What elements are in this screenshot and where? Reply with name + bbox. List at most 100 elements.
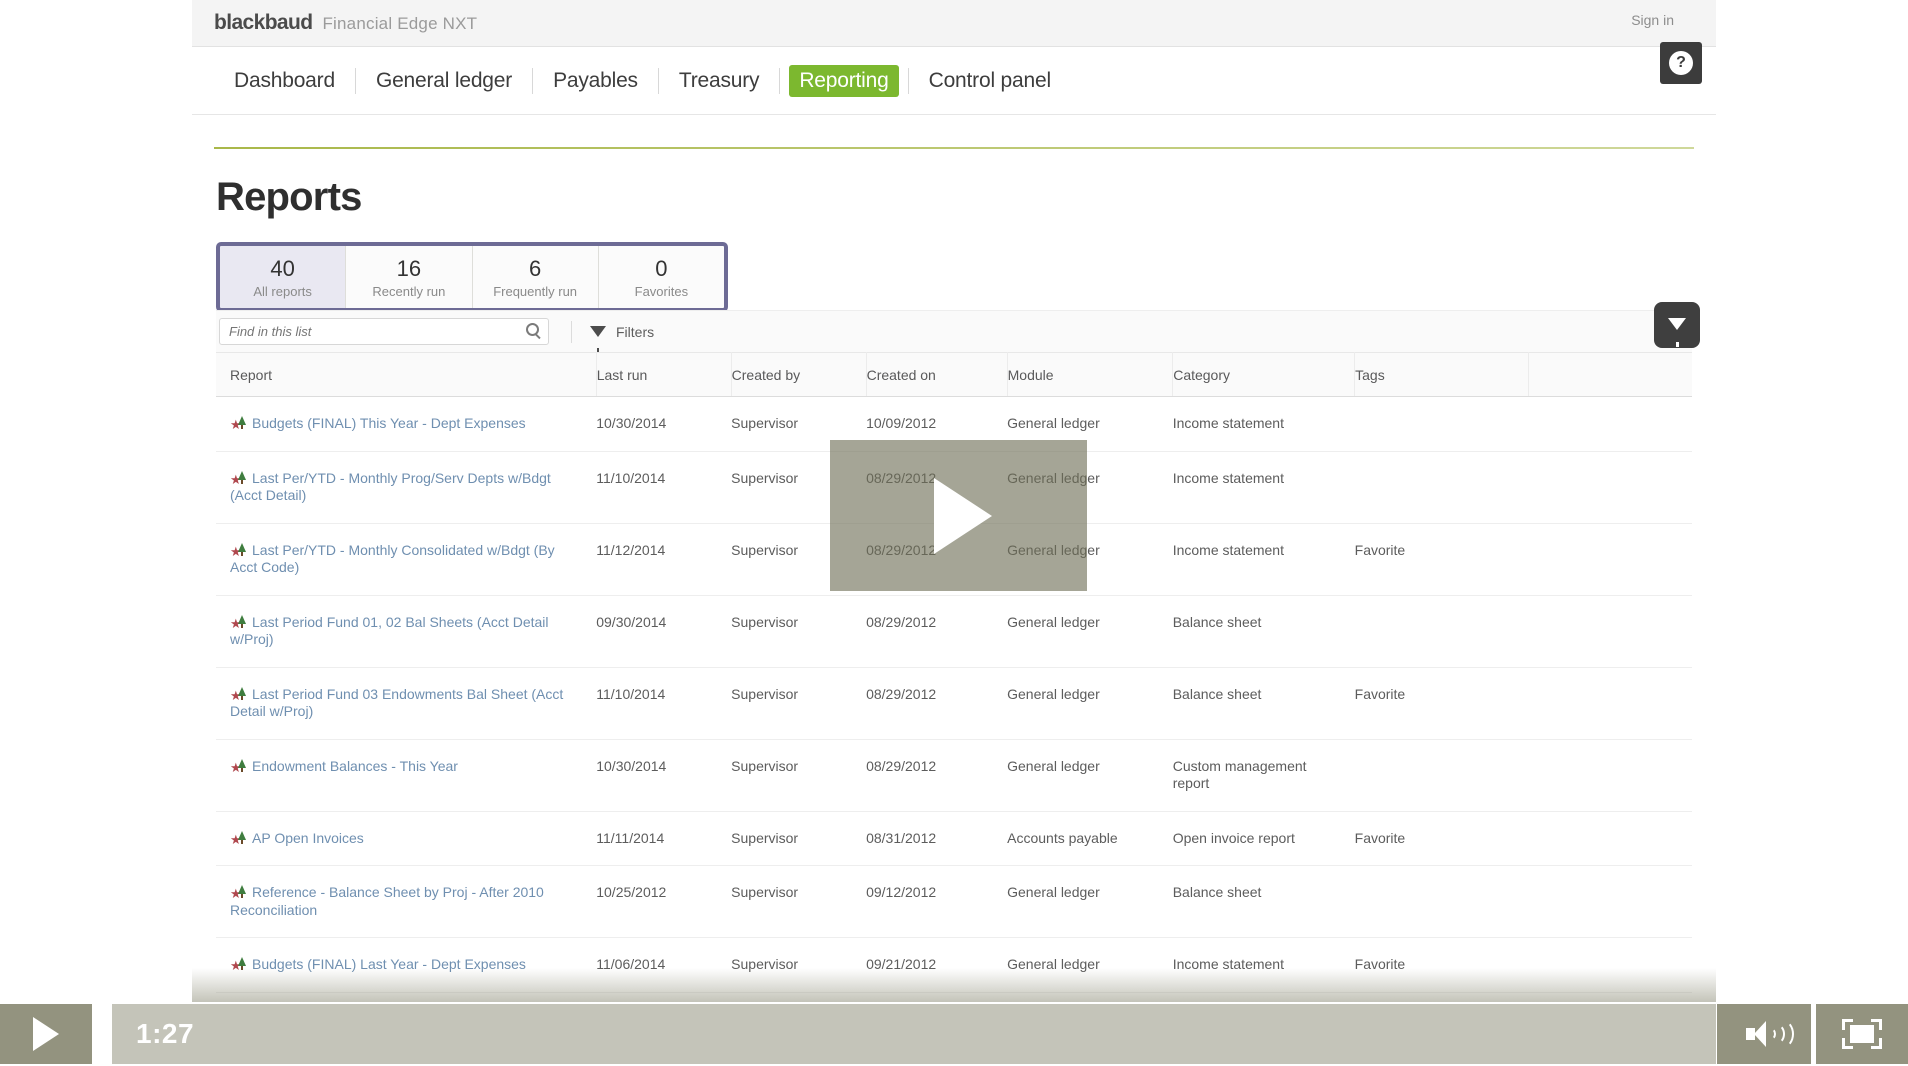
filter-panel-toggle-button[interactable] (1654, 302, 1700, 348)
cell-spacer (1528, 739, 1692, 812)
tab-all-reports-label: All reports (253, 283, 312, 299)
cell-report: ★ Last Period Fund 01, 02 Bal Sheets (Acc… (216, 595, 597, 668)
cell-report: ★ Last Per/YTD - Monthly Consolidated w/B… (216, 523, 597, 596)
column-header-last-run[interactable]: Last run (596, 352, 732, 397)
cell-created-by: Supervisor (731, 865, 867, 938)
filters-button[interactable]: Filters (590, 323, 655, 352)
toolbar-divider (571, 320, 572, 343)
table-row[interactable]: ★ Endowment Balances - This Year 10/30/20… (216, 739, 1692, 812)
report-favorite-tree-icon: ★ (230, 758, 247, 774)
report-favorite-tree-icon: ★ (230, 416, 247, 431)
column-header-report[interactable]: Report (216, 352, 597, 397)
sign-in-link[interactable]: Sign in (1631, 12, 1674, 28)
cell-created-by: Supervisor (731, 667, 867, 740)
nav-separator (779, 67, 781, 94)
help-button[interactable]: ? (1660, 42, 1702, 84)
search-input[interactable] (220, 324, 500, 339)
cell-last-run: 11/06/2014 (596, 937, 732, 993)
cell-category: Income statement (1172, 937, 1355, 993)
list-toolbar: Filters (216, 302, 1700, 352)
nav-item-payables[interactable]: Payables (533, 69, 658, 93)
table-row[interactable]: ★ Reference - Balance Sheet by Proj - Aft… (216, 865, 1692, 938)
report-favorite-tree-icon: ★ (230, 830, 247, 846)
report-link[interactable]: Last Per/YTD - Monthly Prog/Serv Depts w… (230, 470, 551, 504)
column-header-tags[interactable]: Tags (1354, 352, 1529, 397)
nav-item-dashboard[interactable]: Dashboard (214, 69, 355, 93)
fullscreen-icon (1842, 1019, 1882, 1049)
tab-favorites-label: Favorites (634, 283, 689, 299)
brand-bar: blackbaud Financial Edge NXT Sign in (192, 0, 1716, 47)
volume-button[interactable] (1717, 1004, 1811, 1064)
report-favorite-tree-icon: ★ (230, 885, 247, 900)
cell-report: ★ Budgets (FINAL) Last Year - Dept Expens… (216, 937, 597, 993)
screenshot-root: blackbaud Financial Edge NXT Sign in Das… (0, 0, 1908, 1066)
table-row[interactable]: ★ Last Period Fund 01, 02 Bal Sheets (Acc… (216, 595, 1692, 668)
cell-module: General ledger (1007, 667, 1173, 740)
video-letterbox-left (0, 0, 192, 1066)
table-row[interactable]: ★ Last Period Fund 03 Endowments Bal Shee… (216, 667, 1692, 740)
report-link[interactable]: Last Per/YTD - Monthly Consolidated w/Bd… (230, 542, 555, 576)
report-favorite-tree-icon: ★ (230, 957, 247, 972)
cell-category: Open invoice report (1172, 811, 1355, 866)
cell-module: General ledger (1007, 865, 1173, 938)
cell-spacer (1528, 937, 1692, 993)
cell-spacer (1528, 595, 1692, 668)
cell-tags (1354, 865, 1529, 938)
tab-favorites[interactable]: 0 Favorites (598, 246, 724, 308)
question-mark-icon: ? (1669, 51, 1693, 75)
report-link[interactable]: Endowment Balances - This Year (252, 758, 458, 774)
cell-tags: Favorite (1354, 937, 1529, 993)
cell-spacer (1528, 667, 1692, 740)
report-favorite-tree-icon: ★ (230, 614, 247, 630)
cell-category: Balance sheet (1172, 595, 1355, 668)
table-row[interactable]: ★ AP Open Invoices 11/11/2014 Supervisor … (216, 811, 1692, 866)
report-link[interactable]: Last Period Fund 03 Endowments Bal Sheet… (230, 686, 563, 720)
nav-item-control-panel[interactable]: Control panel (909, 69, 1071, 93)
fullscreen-button[interactable] (1816, 1004, 1908, 1064)
cell-last-run: 11/10/2014 (596, 667, 732, 740)
tab-frequently-run-count: 6 (529, 256, 542, 282)
tab-all-reports-count: 40 (270, 256, 295, 282)
play-button[interactable] (0, 1004, 92, 1064)
search-icon[interactable] (526, 323, 539, 336)
tab-all-reports[interactable]: 40 All reports (220, 246, 347, 308)
column-header-module[interactable]: Module (1007, 352, 1174, 397)
report-favorite-tree-icon: ★ (230, 470, 247, 486)
report-link[interactable]: Budgets (FINAL) This Year - Dept Expense… (252, 415, 526, 431)
report-link[interactable]: Reference - Balance Sheet by Proj - Afte… (230, 884, 544, 918)
video-play-overlay-button[interactable] (830, 440, 1087, 591)
cell-report: ★ Endowment Balances - This Year (216, 739, 597, 812)
nav-item-reporting[interactable]: Reporting (789, 64, 899, 97)
column-header-created-on[interactable]: Created on (866, 352, 1008, 397)
cell-report: ★ Reference - Balance Sheet by Proj - Aft… (216, 865, 597, 938)
tab-recently-run-label: Recently run (372, 283, 446, 299)
cell-created-by: Supervisor (731, 595, 867, 668)
report-link[interactable]: AP Open Invoices (252, 830, 364, 846)
cell-spacer (1528, 811, 1692, 866)
tab-recently-run-count: 16 (396, 256, 422, 282)
nav-item-treasury[interactable]: Treasury (659, 69, 779, 93)
video-time-label: 1:27 (136, 1018, 195, 1049)
cell-spacer (1528, 865, 1692, 938)
column-header-category[interactable]: Category (1172, 352, 1356, 397)
volume-icon (1746, 1020, 1794, 1048)
cell-report: ★ Budgets (FINAL) This Year - Dept Expens… (216, 396, 597, 452)
cell-created-by: Supervisor (731, 739, 867, 812)
nav-item-general-ledger[interactable]: General ledger (356, 69, 532, 93)
table-row[interactable]: ★ Budgets (FINAL) Last Year - Dept Expens… (216, 937, 1692, 993)
cell-created-on: 08/29/2012 (866, 667, 1008, 740)
cell-module: General ledger (1007, 937, 1173, 993)
report-link[interactable]: Last Period Fund 01, 02 Bal Sheets (Acct… (230, 614, 549, 648)
filters-label: Filters (616, 323, 655, 340)
tab-recently-run[interactable]: 16 Recently run (346, 246, 473, 308)
reports-table-head: Report Last run Created by Created on Mo… (216, 352, 1692, 397)
tab-frequently-run[interactable]: 6 Frequently run (472, 246, 599, 308)
video-scrubber[interactable]: 1:27 (112, 1004, 1716, 1064)
cell-spacer (1528, 451, 1692, 524)
cell-module: Accounts payable (1007, 811, 1173, 866)
column-header-created-by[interactable]: Created by (731, 352, 867, 397)
report-link[interactable]: Budgets (FINAL) Last Year - Dept Expense… (252, 956, 526, 972)
cell-category: Income statement (1172, 451, 1355, 524)
cell-category: Balance sheet (1172, 865, 1355, 938)
search-field-wrapper[interactable] (219, 318, 549, 345)
